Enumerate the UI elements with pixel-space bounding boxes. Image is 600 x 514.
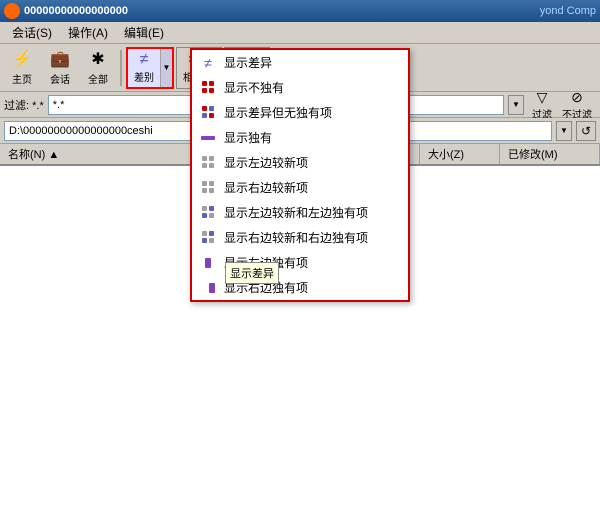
home-label: 主页	[12, 71, 32, 86]
dropdown-item-show-left-new[interactable]: 显示左边较新项	[192, 150, 408, 175]
filter-actions: ▽ 过滤 ⊘ 不过滤	[528, 88, 596, 122]
sort-icon: ▲	[48, 149, 59, 161]
home-icon: ⚡	[12, 50, 32, 70]
diff-dropdown-arrow[interactable]: ▼	[160, 49, 172, 87]
dropdown-item-show-diff[interactable]: ≠ 显示差异	[192, 50, 408, 75]
show-diff-no-unique-label: 显示差异但无独有项	[224, 104, 332, 121]
show-right-new-unique-label: 显示右边较新和右边独有项	[224, 229, 368, 246]
dropdown-item-show-unique[interactable]: 显示独有	[192, 125, 408, 150]
diff-label: 差别	[134, 69, 154, 84]
all-label: 全部	[88, 71, 108, 86]
col-modified-label: 已修改(M)	[508, 149, 558, 161]
col-size-label: 大小(Z)	[428, 149, 464, 161]
title-id: 00000000000000000	[24, 5, 128, 17]
menu-bar: 会话(S) 操作(A) 编辑(E)	[0, 22, 600, 44]
show-right-new-unique-icon	[200, 230, 216, 246]
show-unique-label: 显示独有	[224, 129, 272, 146]
filter-icon: ▽	[537, 89, 548, 106]
show-diff-icon: ≠	[200, 55, 216, 71]
show-left-new-icon	[200, 155, 216, 171]
filter-button[interactable]: ▽ 过滤	[528, 88, 556, 122]
tooltip: 显示差异	[225, 262, 279, 284]
home-button[interactable]: ⚡ 主页	[4, 47, 40, 89]
filter-dropdown-button[interactable]: ▼	[508, 95, 524, 115]
show-not-unique-icon	[200, 80, 216, 96]
path-dropdown-button[interactable]: ▼	[556, 121, 572, 141]
column-header-size[interactable]: 大小(Z)	[420, 144, 500, 164]
app-icon	[4, 3, 20, 19]
title-right: yond Comp	[540, 5, 596, 17]
menu-action[interactable]: 操作(A)	[60, 22, 116, 43]
column-header-modified[interactable]: 已修改(M)	[500, 144, 600, 164]
path-refresh-button[interactable]: ↺	[576, 121, 596, 141]
dropdown-menu: ≠ 显示差异 显示不独有 显示差异但无独有项 显示独有	[190, 48, 410, 302]
menu-session[interactable]: 会话(S)	[4, 22, 60, 43]
show-right-unique-icon	[200, 280, 216, 296]
no-filter-icon: ⊘	[571, 89, 583, 106]
session-label: 会话	[50, 71, 70, 86]
show-not-unique-label: 显示不独有	[224, 79, 284, 96]
title-text: 00000000000000000	[24, 5, 540, 17]
show-left-unique-icon	[200, 255, 216, 271]
show-diff-label: 显示差异	[224, 54, 272, 71]
show-diff-no-unique-icon	[200, 105, 216, 121]
all-icon: ✱	[91, 50, 104, 70]
dropdown-item-show-left-new-unique[interactable]: 显示左边较新和左边独有项	[192, 200, 408, 225]
no-filter-button[interactable]: ⊘ 不过滤	[558, 88, 596, 122]
dropdown-item-show-not-unique[interactable]: 显示不独有	[192, 75, 408, 100]
show-left-new-unique-label: 显示左边较新和左边独有项	[224, 204, 368, 221]
dropdown-item-show-right-new[interactable]: 显示右边较新项	[192, 175, 408, 200]
show-right-new-icon	[200, 180, 216, 196]
filter-label: 过滤: *.*	[4, 97, 44, 113]
show-left-new-unique-icon	[200, 205, 216, 221]
diff-button-main[interactable]: ≠ 差别	[128, 49, 160, 87]
show-right-new-label: 显示右边较新项	[224, 179, 308, 196]
show-left-new-label: 显示左边较新项	[224, 154, 308, 171]
session-button[interactable]: 💼 会话	[42, 47, 78, 89]
title-bar: 00000000000000000 yond Comp	[0, 0, 600, 22]
session-icon: 💼	[50, 50, 70, 70]
diff-icon: ≠	[140, 51, 149, 69]
dropdown-item-show-right-new-unique[interactable]: 显示右边较新和右边独有项	[192, 225, 408, 250]
menu-edit[interactable]: 编辑(E)	[116, 22, 172, 43]
show-unique-icon	[200, 130, 216, 146]
tooltip-text: 显示差异	[230, 268, 274, 280]
separator-1	[120, 50, 122, 86]
col-name-label: 名称(N)	[8, 149, 45, 161]
dropdown-item-show-diff-no-unique[interactable]: 显示差异但无独有项	[192, 100, 408, 125]
diff-split-button[interactable]: ≠ 差别 ▼	[126, 47, 174, 89]
all-button[interactable]: ✱ 全部	[80, 47, 116, 89]
